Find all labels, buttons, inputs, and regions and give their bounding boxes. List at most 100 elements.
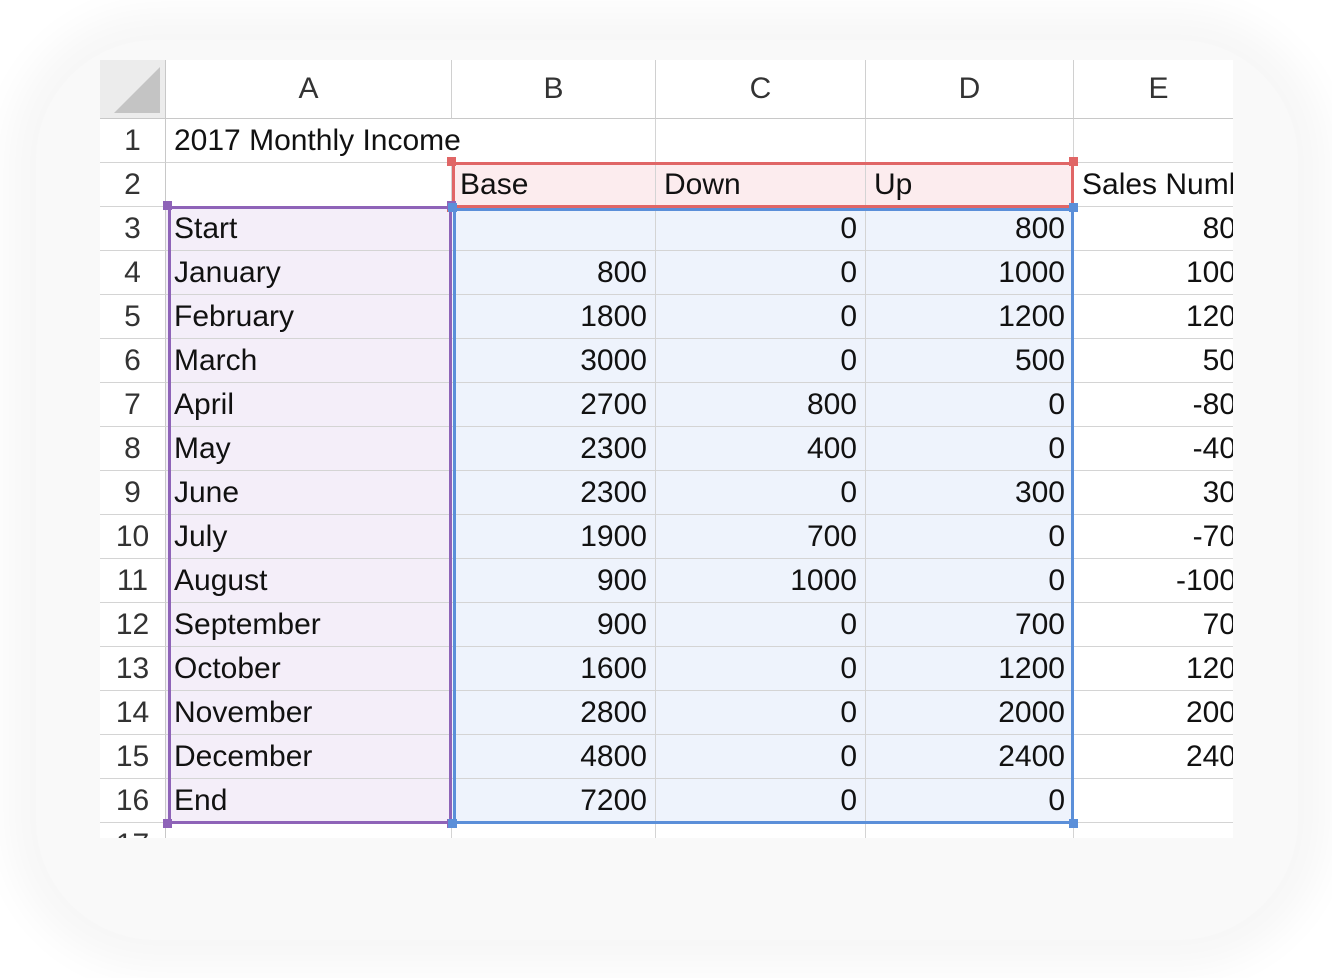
data-range-outline-resize-handle[interactable] xyxy=(448,819,457,828)
row-header-17[interactable]: 17 xyxy=(100,823,166,838)
row-header-6[interactable]: 6 xyxy=(100,339,166,383)
sales-value-cell[interactable]: -40 xyxy=(1074,427,1233,471)
up-value-cell[interactable]: 500 xyxy=(866,339,1074,383)
down-value-cell[interactable]: 0 xyxy=(656,647,866,691)
row-header-5[interactable]: 5 xyxy=(100,295,166,339)
base-value-cell[interactable]: 4800 xyxy=(452,735,656,779)
month-label-cell[interactable]: End xyxy=(166,779,452,823)
row-header-3[interactable]: 3 xyxy=(100,207,166,251)
cell-e1[interactable] xyxy=(1074,119,1233,163)
header-cell-down[interactable]: Down xyxy=(656,163,866,207)
header-cell-sales[interactable]: Sales Numb xyxy=(1074,163,1233,207)
header-cell-up[interactable]: Up xyxy=(866,163,1074,207)
month-label-cell[interactable]: May xyxy=(166,427,452,471)
month-label-cell[interactable]: December xyxy=(166,735,452,779)
cell-row17-a[interactable] xyxy=(166,823,452,838)
sales-value-cell[interactable]: 30 xyxy=(1074,471,1233,515)
month-label-cell[interactable]: February xyxy=(166,295,452,339)
base-value-cell[interactable]: 1600 xyxy=(452,647,656,691)
base-value-cell[interactable]: 2300 xyxy=(452,471,656,515)
sales-value-cell[interactable]: 200 xyxy=(1074,691,1233,735)
column-header-c[interactable]: C xyxy=(656,60,866,119)
cell-row17-b[interactable] xyxy=(452,823,656,838)
header-range-outline-resize-handle[interactable] xyxy=(447,157,456,166)
down-value-cell[interactable]: 0 xyxy=(656,691,866,735)
up-value-cell[interactable]: 0 xyxy=(866,427,1074,471)
month-label-cell[interactable]: September xyxy=(166,603,452,647)
up-value-cell[interactable]: 800 xyxy=(866,207,1074,251)
cell-row17-e[interactable] xyxy=(1074,823,1233,838)
month-label-cell[interactable]: April xyxy=(166,383,452,427)
sales-value-cell[interactable]: -100 xyxy=(1074,559,1233,603)
sales-value-cell[interactable]: 120 xyxy=(1074,295,1233,339)
header-cell-base[interactable]: Base xyxy=(452,163,656,207)
data-range-outline-resize-handle[interactable] xyxy=(448,203,457,212)
sales-value-cell[interactable]: 240 xyxy=(1074,735,1233,779)
spreadsheet-grid[interactable]: ABCDE12345678910111213141516172017 Month… xyxy=(100,60,1233,838)
row-header-8[interactable]: 8 xyxy=(100,427,166,471)
base-value-cell[interactable]: 3000 xyxy=(452,339,656,383)
month-label-cell[interactable]: March xyxy=(166,339,452,383)
down-value-cell[interactable]: 1000 xyxy=(656,559,866,603)
data-range-outline-resize-handle[interactable] xyxy=(1069,819,1078,828)
up-value-cell[interactable]: 300 xyxy=(866,471,1074,515)
down-value-cell[interactable]: 0 xyxy=(656,339,866,383)
base-value-cell[interactable]: 2700 xyxy=(452,383,656,427)
cell-row17-d[interactable] xyxy=(866,823,1074,838)
column-header-e[interactable]: E xyxy=(1074,60,1233,119)
header-range-outline-resize-handle[interactable] xyxy=(1069,157,1078,166)
down-value-cell[interactable]: 0 xyxy=(656,295,866,339)
data-range-outline-resize-handle[interactable] xyxy=(1069,203,1078,212)
row-header-14[interactable]: 14 xyxy=(100,691,166,735)
sales-value-cell[interactable]: 120 xyxy=(1074,647,1233,691)
month-label-cell[interactable]: August xyxy=(166,559,452,603)
row-header-13[interactable]: 13 xyxy=(100,647,166,691)
up-value-cell[interactable]: 700 xyxy=(866,603,1074,647)
base-value-cell[interactable]: 1800 xyxy=(452,295,656,339)
month-label-cell[interactable]: June xyxy=(166,471,452,515)
base-value-cell[interactable]: 1900 xyxy=(452,515,656,559)
sales-value-cell[interactable]: 80 xyxy=(1074,207,1233,251)
up-value-cell[interactable]: 1200 xyxy=(866,647,1074,691)
row-header-4[interactable]: 4 xyxy=(100,251,166,295)
down-value-cell[interactable]: 700 xyxy=(656,515,866,559)
row-header-9[interactable]: 9 xyxy=(100,471,166,515)
down-value-cell[interactable]: 0 xyxy=(656,251,866,295)
up-value-cell[interactable]: 0 xyxy=(866,779,1074,823)
month-label-cell[interactable]: November xyxy=(166,691,452,735)
base-value-cell[interactable]: 2300 xyxy=(452,427,656,471)
row-header-11[interactable]: 11 xyxy=(100,559,166,603)
sales-value-cell[interactable]: 50 xyxy=(1074,339,1233,383)
row-header-7[interactable]: 7 xyxy=(100,383,166,427)
base-value-cell[interactable]: 900 xyxy=(452,603,656,647)
sales-value-cell[interactable] xyxy=(1074,779,1233,823)
sales-value-cell[interactable]: -70 xyxy=(1074,515,1233,559)
down-value-cell[interactable]: 0 xyxy=(656,735,866,779)
row-header-15[interactable]: 15 xyxy=(100,735,166,779)
base-value-cell[interactable]: 2800 xyxy=(452,691,656,735)
down-value-cell[interactable]: 800 xyxy=(656,383,866,427)
month-label-cell[interactable]: Start xyxy=(166,207,452,251)
sales-value-cell[interactable]: 70 xyxy=(1074,603,1233,647)
select-all-corner[interactable] xyxy=(100,60,166,119)
up-value-cell[interactable]: 1000 xyxy=(866,251,1074,295)
row-header-10[interactable]: 10 xyxy=(100,515,166,559)
sales-value-cell[interactable]: -80 xyxy=(1074,383,1233,427)
label-range-outline-resize-handle[interactable] xyxy=(163,201,172,210)
cell-a1-title[interactable]: 2017 Monthly Income xyxy=(166,119,461,163)
down-value-cell[interactable]: 0 xyxy=(656,471,866,515)
base-value-cell[interactable]: 7200 xyxy=(452,779,656,823)
up-value-cell[interactable]: 0 xyxy=(866,559,1074,603)
month-label-cell[interactable]: January xyxy=(166,251,452,295)
row-header-16[interactable]: 16 xyxy=(100,779,166,823)
up-value-cell[interactable]: 0 xyxy=(866,515,1074,559)
base-value-cell[interactable] xyxy=(452,207,656,251)
down-value-cell[interactable]: 0 xyxy=(656,603,866,647)
row-header-1[interactable]: 1 xyxy=(100,119,166,163)
column-header-d[interactable]: D xyxy=(866,60,1074,119)
label-range-outline-resize-handle[interactable] xyxy=(163,819,172,828)
up-value-cell[interactable]: 2000 xyxy=(866,691,1074,735)
cell-a2[interactable] xyxy=(166,163,452,207)
base-value-cell[interactable]: 800 xyxy=(452,251,656,295)
cell-b1[interactable] xyxy=(452,119,656,163)
